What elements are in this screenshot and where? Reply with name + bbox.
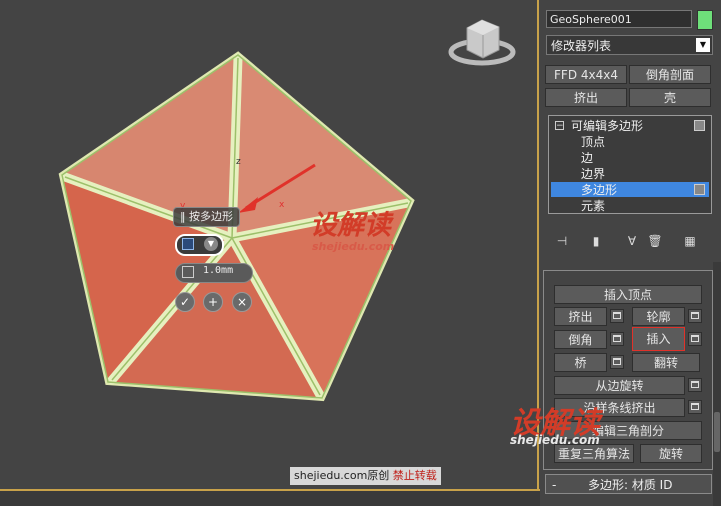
bevel-settings-icon[interactable] [610,332,624,346]
panel-scrollbar[interactable] [713,262,721,506]
turn-button[interactable]: 旋转 [640,444,702,463]
remove-modifier-icon[interactable]: 🗑 [645,232,665,250]
stack-item-edge[interactable]: 边 [581,150,593,166]
stack-selection-highlight [551,182,709,197]
configure-sets-icon[interactable]: ▦ [680,232,700,250]
caddy-ok-button[interactable]: ✓ [175,292,195,312]
grid-icon [182,238,194,250]
inset-button[interactable]: 插入 [632,327,685,351]
stack-toolbar: ⊣ ▮ ∀ 🗑 ▦ [548,232,712,252]
banner-site: shejiedu.com [294,469,368,482]
show-end-result-icon[interactable]: ▮ [586,232,606,250]
stack-item-vertex[interactable]: 顶点 [581,134,605,150]
caddy-cancel-button[interactable]: × [232,292,252,312]
extrude-button[interactable]: 挤出 [554,307,607,326]
watermark-url-2: shejiedu.com [510,433,600,447]
stack-polygon-toggle-icon[interactable] [694,184,705,195]
insert-vertex-button[interactable]: 插入顶点 [554,285,702,304]
extrude-settings-icon[interactable] [610,309,624,323]
modifier-list-dropdown[interactable]: 修改器列表 ▼ [546,35,713,55]
amount-icon [182,266,194,278]
hinge-settings-icon[interactable] [688,378,702,392]
bridge-button[interactable]: 桥 [554,353,607,372]
caddy-title-text: 按多边形 [189,210,233,223]
banner-forbid: 禁止转载 [392,469,437,482]
caddy-amount-field[interactable]: 1.0mm [175,263,253,283]
viewport[interactable]: y x z ‖ 按多边形 ▼ 1.0mm ✓ + × 设解读 shejiedu.… [0,0,535,490]
outline-button[interactable]: 轮廓 [632,307,685,326]
caddy-grip-icon: ‖ [180,210,189,223]
stack-root-toggle-icon[interactable] [694,120,705,131]
watermark-logo: 设解读 [310,210,391,241]
extrude-spline-settings-icon[interactable] [688,400,702,414]
inset-settings-icon[interactable] [688,332,702,346]
chevron-down-icon: ▼ [204,237,218,251]
banner-original: 原创 [367,469,390,482]
viewcube[interactable] [447,10,517,70]
bottom-banner: shejiedu.com原创 禁止转载 [290,467,441,485]
axis-x-label: x [279,200,285,210]
object-color-swatch[interactable] [697,10,713,30]
extrude-modifier-button[interactable]: 挤出 [545,88,627,107]
modifier-stack[interactable]: − 可编辑多边形 顶点 边 边界 多边形 元素 [548,115,712,214]
stack-item-border[interactable]: 边界 [581,166,605,182]
scrollbar-thumb[interactable] [714,412,720,452]
amount-value: 1.0mm [203,265,234,276]
collapse-icon[interactable]: − [555,121,564,131]
object-name-field[interactable]: GeoSphere001 [546,10,692,28]
rollout-collapse-icon: - [552,478,557,492]
bevel-button[interactable]: 倒角 [554,330,607,349]
stack-item-element[interactable]: 元素 [581,198,605,214]
modifier-list-label: 修改器列表 [551,39,612,53]
axis-z-label: z [236,157,241,167]
ffd-button[interactable]: FFD 4x4x4 [545,65,627,84]
geosphere-model[interactable]: y x z [0,0,535,490]
status-strip [0,491,540,506]
material-id-rollout[interactable]: - 多边形: 材质 ID [545,474,712,494]
caddy-apply-button[interactable]: + [203,292,223,312]
stack-item-polygon[interactable]: 多边形 [581,182,617,198]
make-unique-icon[interactable]: ∀ [622,232,642,250]
shell-button[interactable]: 壳 [629,88,711,107]
chevron-down-icon: ▼ [696,38,710,52]
bevel-profile-button[interactable]: 倒角剖面 [629,65,711,84]
bridge-settings-icon[interactable] [610,355,624,369]
watermark-url: shejiedu.com [312,240,395,253]
flip-button[interactable]: 翻转 [632,353,700,372]
outline-settings-icon[interactable] [688,309,702,323]
material-id-rollout-title: 多边形: 材质 ID [588,478,673,492]
caddy-title: ‖ 按多边形 [173,207,240,227]
hinge-from-edge-button[interactable]: 从边旋转 [554,376,685,395]
stack-item-editable-poly[interactable]: 可编辑多边形 [571,118,643,134]
caddy-mode-dropdown[interactable]: ▼ [175,234,224,256]
pin-stack-icon[interactable]: ⊣ [552,232,572,250]
